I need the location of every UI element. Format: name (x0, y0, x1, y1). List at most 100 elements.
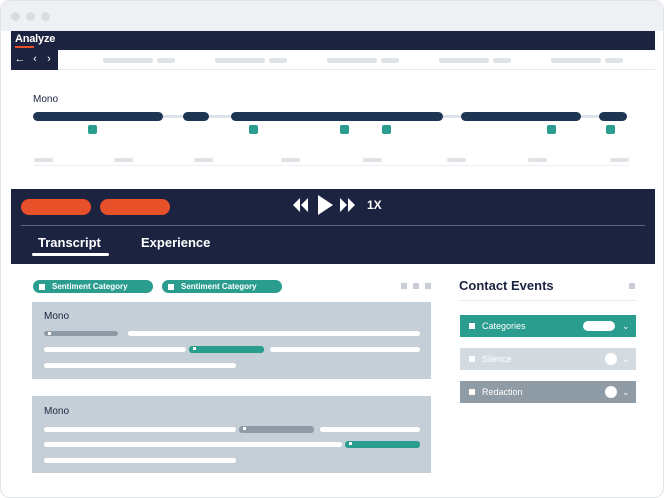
transcript-highlight[interactable] (189, 346, 264, 353)
rewind-icon[interactable] (293, 195, 308, 220)
chevron-down-icon[interactable]: ⌄ (622, 315, 630, 337)
timeline-segment[interactable] (461, 112, 581, 121)
square-icon (469, 389, 475, 395)
panel-divider (459, 300, 636, 301)
timeline-event-marker[interactable] (340, 125, 349, 134)
fast-forward-icon[interactable] (340, 195, 355, 220)
view-option-icon[interactable] (413, 283, 419, 289)
app-logo: Analyze (15, 33, 56, 45)
filter-chip[interactable]: Sentiment Category (33, 280, 153, 293)
contact-events-title: Contact Events (459, 278, 554, 293)
chip-square-icon (39, 284, 45, 290)
view-option-icon[interactable] (425, 283, 431, 289)
nav-controls: ← ‹ › (11, 50, 58, 70)
timeline-segment[interactable] (33, 112, 163, 121)
player-bar: 1X Transcript Experience (11, 189, 655, 264)
transcript-line (44, 347, 186, 352)
transcript-line (128, 331, 420, 336)
timeline-title: Mono (33, 94, 59, 105)
app-header: Analyze (11, 31, 655, 50)
nav-placeholder (215, 58, 265, 63)
window-dot (26, 12, 35, 21)
back-arrow-icon[interactable]: ← (13, 52, 27, 67)
highlight-square-icon (48, 332, 51, 335)
logo-underline (15, 46, 34, 48)
event-row-redaction[interactable]: Redaction ⌄ (460, 381, 636, 403)
timeline-tick (34, 158, 53, 162)
speaker-label: Mono (44, 406, 70, 417)
event-label: Redaction (482, 387, 523, 397)
timeline-gap (163, 115, 183, 118)
event-row-silence[interactable]: Silence ⌄ (460, 348, 636, 370)
play-icon[interactable] (317, 194, 333, 221)
transcript-line (44, 442, 342, 447)
timeline-event-marker[interactable] (547, 125, 556, 134)
nav-placeholder (605, 58, 623, 63)
player-divider (21, 225, 645, 226)
timeline-event-marker[interactable] (382, 125, 391, 134)
square-icon (469, 323, 475, 329)
toggle-switch[interactable] (605, 353, 617, 365)
nav-placeholder (493, 58, 511, 63)
transcript-highlight[interactable] (239, 426, 314, 433)
view-option-icon[interactable] (401, 283, 407, 289)
transcript-highlight[interactable] (44, 331, 118, 336)
toggle-switch[interactable] (605, 386, 617, 398)
highlight-square-icon (243, 427, 246, 430)
app-window: Analyze ← ‹ › Mono 1X Transcript Experie… (0, 0, 664, 498)
nav-row: ← ‹ › (11, 50, 655, 70)
nav-placeholder (381, 58, 399, 63)
transcript-line (320, 427, 420, 432)
chevron-left-icon[interactable]: ‹ (28, 52, 42, 67)
nav-placeholder (103, 58, 153, 63)
nav-placeholder (157, 58, 175, 63)
timeline-event-marker[interactable] (249, 125, 258, 134)
nav-placeholder (269, 58, 287, 63)
chip-label: Sentiment Category (181, 282, 257, 291)
active-tab-indicator (32, 253, 109, 256)
transcript-line (270, 347, 420, 352)
timeline-event-marker[interactable] (606, 125, 615, 134)
toggle-switch[interactable] (583, 321, 615, 331)
chip-label: Sentiment Category (52, 282, 128, 291)
chevron-down-icon[interactable]: ⌄ (622, 348, 630, 370)
chevron-down-icon[interactable]: ⌄ (622, 381, 630, 403)
timeline-gap (443, 115, 461, 118)
tab-experience[interactable]: Experience (141, 235, 210, 250)
transcript-line (44, 458, 236, 463)
panel-option-icon[interactable] (629, 283, 635, 289)
timeline-segment[interactable] (599, 112, 627, 121)
speaker-label: Mono (44, 311, 70, 322)
highlight-square-icon (349, 442, 352, 445)
transcript-block: Mono (32, 302, 431, 379)
transcript-highlight[interactable] (345, 441, 420, 448)
timeline-baseline (34, 165, 629, 166)
timeline-segment[interactable] (183, 112, 209, 121)
playback-speed[interactable]: 1X (367, 198, 382, 212)
square-icon (469, 356, 475, 362)
action-button[interactable] (21, 199, 91, 215)
nav-placeholder (551, 58, 601, 63)
timeline-tick (447, 158, 466, 162)
timeline-tick (528, 158, 547, 162)
window-chrome (1, 1, 663, 31)
tab-transcript[interactable]: Transcript (38, 235, 101, 250)
timeline-tick (114, 158, 133, 162)
event-label: Silence (482, 354, 512, 364)
event-label: Categories (482, 321, 526, 331)
filter-chip[interactable]: Sentiment Category (162, 280, 282, 293)
chevron-right-icon[interactable]: › (42, 52, 56, 67)
timeline-event-marker[interactable] (88, 125, 97, 134)
action-button[interactable] (100, 199, 170, 215)
highlight-square-icon (193, 347, 196, 350)
transcript-line (44, 427, 236, 432)
timeline-gap (581, 115, 599, 118)
timeline-gap (209, 115, 231, 118)
event-row-categories[interactable]: Categories ⌄ (460, 315, 636, 337)
timeline-tick (281, 158, 300, 162)
nav-placeholder (327, 58, 377, 63)
window-dot (11, 12, 20, 21)
window-dot (41, 12, 50, 21)
timeline-segment[interactable] (231, 112, 443, 121)
nav-placeholder (439, 58, 489, 63)
